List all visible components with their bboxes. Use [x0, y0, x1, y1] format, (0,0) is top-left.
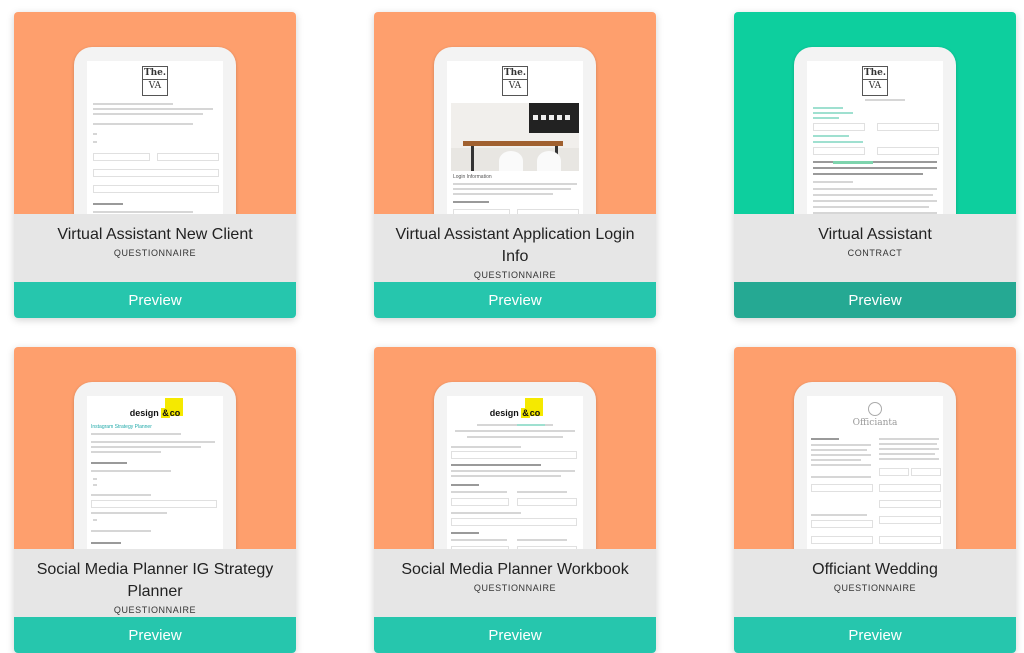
- template-card[interactable]: Officianta Officiant Wedding QUESTIONNAI…: [734, 347, 1016, 653]
- card-title: Social Media Planner Workbook: [401, 561, 629, 578]
- tablet-mockup: design &co: [434, 382, 596, 549]
- card-type-label: QUESTIONNAIRE: [473, 583, 557, 593]
- card-thumbnail: The. VA Login Information: [374, 12, 656, 214]
- card-thumbnail: design &co Instagram Strategy Planner: [14, 347, 296, 549]
- card-title: Virtual Assistant Application Login Info: [395, 226, 635, 265]
- tablet-mockup: design &co Instagram Strategy Planner: [74, 382, 236, 549]
- card-title-band: Officiant Wedding QUESTIONNAIRE: [734, 549, 1016, 617]
- card-thumbnail: Officianta: [734, 347, 1016, 549]
- tablet-mockup: The. VA Login Information: [434, 47, 596, 214]
- card-title: Officiant Wedding: [812, 561, 938, 578]
- brand-logo: design &co: [489, 408, 541, 418]
- brand-logo: The. VA: [142, 66, 168, 96]
- document-preview: The. VA: [87, 61, 223, 214]
- card-title-band: Virtual Assistant New Client QUESTIONNAI…: [14, 214, 296, 282]
- card-thumbnail: design &co: [374, 347, 656, 549]
- card-thumbnail: The. VA: [734, 12, 1016, 214]
- document-preview: Officianta: [807, 396, 943, 549]
- card-type-label: QUESTIONNAIRE: [113, 605, 197, 615]
- template-card[interactable]: The. VA Login Information Virtual Assist…: [374, 12, 656, 318]
- brand-logo: The. VA: [502, 66, 528, 96]
- brand-logo: The. VA: [862, 66, 888, 96]
- card-title: Social Media Planner IG Strategy Planner: [36, 561, 274, 600]
- screen-heading: Instagram Strategy Planner: [91, 424, 152, 430]
- laurel-icon: [868, 402, 882, 416]
- card-title-band: Virtual Assistant CONTRACT: [734, 214, 1016, 282]
- card-type-label: QUESTIONNAIRE: [113, 248, 197, 258]
- desk-photo: [451, 103, 579, 171]
- card-type-label: CONTRACT: [847, 248, 903, 258]
- brand-logo: Officianta: [807, 402, 943, 428]
- preview-button[interactable]: Preview: [734, 282, 1016, 318]
- preview-button[interactable]: Preview: [374, 282, 656, 318]
- template-card[interactable]: The. VA Virtual Assistant CONTRACT Previ…: [734, 12, 1016, 318]
- screen-heading: Login Information: [453, 174, 492, 180]
- preview-button[interactable]: Preview: [14, 282, 296, 318]
- template-card[interactable]: The. VA Virtual Assistant New Client QUES…: [14, 12, 296, 318]
- template-card[interactable]: design &co Instagram Strategy Planner So…: [14, 347, 296, 653]
- tablet-mockup: Officianta: [794, 382, 956, 549]
- preview-button[interactable]: Preview: [734, 617, 1016, 653]
- card-title: Virtual Assistant New Client: [57, 226, 253, 243]
- document-preview: The. VA Login Information: [447, 61, 583, 214]
- card-type-label: QUESTIONNAIRE: [833, 583, 917, 593]
- card-thumbnail: The. VA: [14, 12, 296, 214]
- preview-button[interactable]: Preview: [14, 617, 296, 653]
- tablet-mockup: The. VA: [794, 47, 956, 214]
- card-title-band: Social Media Planner Workbook QUESTIONNA…: [374, 549, 656, 617]
- document-preview: design &co: [447, 396, 583, 549]
- tablet-mockup: The. VA: [74, 47, 236, 214]
- document-preview: design &co Instagram Strategy Planner: [87, 396, 223, 549]
- template-card[interactable]: design &co Social Media Planner Workbook…: [374, 347, 656, 653]
- brand-logo: design &co: [129, 408, 181, 418]
- card-type-label: QUESTIONNAIRE: [473, 270, 557, 280]
- card-title: Virtual Assistant: [818, 226, 932, 243]
- card-title-band: Social Media Planner IG Strategy Planner…: [14, 549, 296, 617]
- preview-button[interactable]: Preview: [374, 617, 656, 653]
- document-preview: The. VA: [807, 61, 943, 214]
- card-title-band: Virtual Assistant Application Login Info…: [374, 214, 656, 282]
